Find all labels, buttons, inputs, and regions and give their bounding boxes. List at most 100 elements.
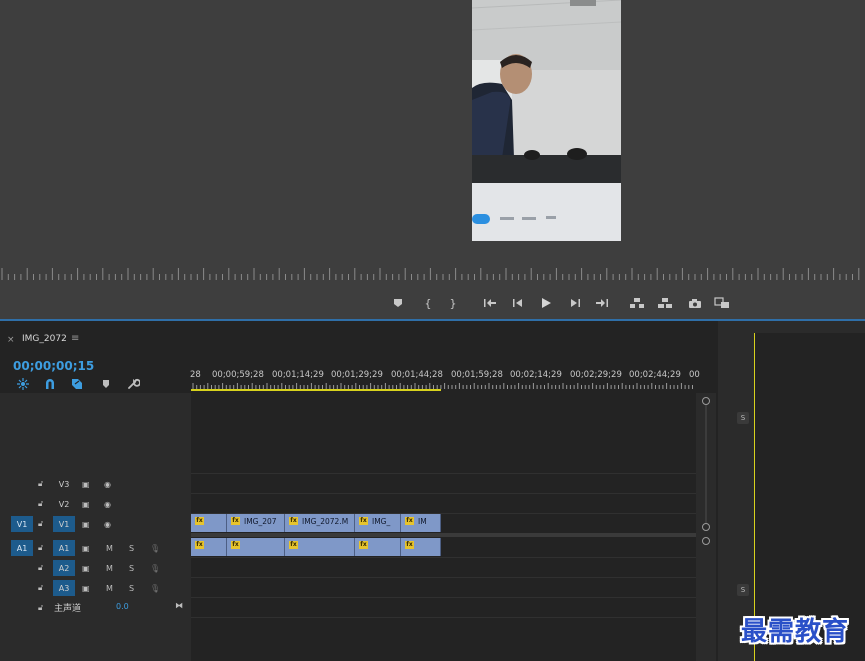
export-frame-button[interactable] (685, 294, 705, 312)
play-button[interactable] (536, 294, 556, 312)
video-clip[interactable]: fx IMG_2072.M (285, 514, 355, 532)
lane-divider (191, 493, 696, 494)
compare-icon (714, 297, 729, 308)
ruler-timecode: 28 (190, 370, 201, 380)
nest-icon[interactable] (16, 377, 30, 391)
lock-icon[interactable]: 🔓︎ (38, 496, 43, 512)
audio-meters-panel: S S (718, 321, 865, 661)
go-to-out-button[interactable] (592, 294, 612, 312)
video-clip[interactable]: fx IM (401, 514, 441, 532)
track-name[interactable]: V3 (53, 476, 75, 492)
track-header-a1: A1 🔓︎ A1 ▣ M S 🎙︎ (0, 538, 191, 558)
solo-button[interactable]: S (129, 540, 134, 556)
scroll-handle-top[interactable] (702, 397, 710, 405)
step-forward-button[interactable] (565, 294, 585, 312)
solo-button[interactable]: S (737, 412, 749, 424)
mark-in-button[interactable]: { (418, 294, 438, 312)
play-icon (542, 298, 551, 308)
add-marker-button[interactable] (388, 294, 408, 312)
solo-button[interactable]: S (129, 580, 134, 596)
sync-lock-icon[interactable]: ▣ (82, 580, 90, 596)
track-lanes[interactable]: fx fx IMG_207 fx IMG_2072.M fx IMG_ fx I… (191, 393, 696, 661)
camera-icon (689, 298, 701, 308)
step-back-icon (513, 299, 522, 307)
scroll-track[interactable] (705, 405, 707, 523)
ruler-timecode: 00;01;29;29 (331, 370, 383, 380)
playhead-timecode[interactable]: 00;00;00;15 (13, 359, 94, 373)
sync-lock-icon[interactable]: ▣ (82, 516, 90, 532)
sync-lock-icon[interactable]: ▣ (82, 476, 90, 492)
video-clip[interactable]: fx IMG_ (355, 514, 401, 532)
audio-clip[interactable]: fx (401, 538, 441, 556)
sync-lock-icon[interactable]: ▣ (82, 496, 90, 512)
eye-icon[interactable]: ◉ (104, 496, 111, 512)
sequence-tab[interactable]: × IMG_2072 ≡ (0, 321, 716, 357)
video-audio-divider[interactable] (191, 533, 696, 537)
ruler-timecode: 00;00;59;28 (212, 370, 264, 380)
solo-button[interactable]: S (737, 584, 749, 596)
lift-button[interactable] (627, 294, 647, 312)
video-clip[interactable]: fx (191, 514, 227, 532)
lock-icon[interactable]: 🔓︎ (38, 516, 43, 532)
track-name[interactable]: A1 (53, 540, 75, 556)
go-to-in-button[interactable] (480, 294, 500, 312)
lock-icon[interactable]: 🔓︎ (38, 540, 43, 556)
lock-icon[interactable]: 🔓︎ (38, 476, 43, 492)
sync-lock-icon[interactable]: ▣ (82, 560, 90, 576)
microphone-icon[interactable]: 🎙︎ (150, 580, 160, 596)
lift-icon (630, 298, 644, 308)
lock-icon[interactable]: 🔓︎ (38, 600, 43, 616)
track-name[interactable]: A2 (53, 560, 75, 576)
audio-clip[interactable]: fx (285, 538, 355, 556)
video-clip[interactable]: fx IMG_207 (227, 514, 285, 532)
master-volume[interactable]: 0.0 (116, 602, 129, 611)
fx-badge: fx (289, 541, 298, 549)
panel-menu-icon[interactable]: ≡ (71, 333, 79, 344)
solo-button[interactable]: S (129, 560, 134, 576)
mute-button[interactable]: M (106, 560, 113, 576)
audio-clip[interactable]: fx (355, 538, 401, 556)
monitor-time-ruler[interactable] (0, 268, 865, 282)
ruler-timecode: 00;02;44;29 (629, 370, 681, 380)
track-name[interactable]: V1 (53, 516, 75, 532)
source-patch-a1[interactable]: A1 (11, 540, 33, 556)
ruler-timecode: 00;02;14;29 (510, 370, 562, 380)
audio-clip[interactable]: fx (191, 538, 227, 556)
work-area-bar[interactable] (191, 389, 441, 391)
go-to-end-icon[interactable]: ⧓ (175, 601, 183, 610)
comparison-view-button[interactable] (712, 294, 732, 312)
go-to-in-icon (484, 299, 496, 307)
fx-badge: fx (359, 517, 368, 525)
close-tab-icon[interactable]: × (7, 335, 15, 345)
track-name[interactable]: A3 (53, 580, 75, 596)
mute-button[interactable]: M (106, 580, 113, 596)
audio-clip[interactable]: fx (227, 538, 285, 556)
eye-icon[interactable]: ◉ (104, 476, 111, 492)
lane-divider (191, 577, 696, 578)
ruler-timecode: 00 (689, 370, 700, 380)
program-monitor: { } (0, 0, 865, 319)
lock-icon[interactable]: 🔓︎ (38, 580, 43, 596)
eye-icon[interactable]: ◉ (104, 516, 111, 532)
track-headers: 🔓︎ V3 ▣ ◉ 🔓︎ V2 ▣ ◉ V1 🔓︎ V1 ▣ ◉ A1 🔓︎ A… (0, 393, 191, 661)
wrench-icon[interactable] (126, 377, 140, 391)
sync-lock-icon[interactable]: ▣ (82, 540, 90, 556)
timeline-time-ruler[interactable]: 28 00;00;59;28 00;01;14;29 00;01;29;29 0… (190, 367, 700, 393)
lock-icon[interactable]: 🔓︎ (38, 560, 43, 576)
vertical-scrollbar[interactable] (696, 393, 716, 661)
microphone-icon[interactable]: 🎙︎ (150, 560, 160, 576)
clip-label: IMG_207 (244, 517, 277, 526)
extract-button[interactable] (655, 294, 675, 312)
step-back-button[interactable] (508, 294, 528, 312)
linked-selection-icon[interactable] (70, 377, 84, 391)
microphone-icon[interactable]: 🎙︎ (150, 540, 160, 556)
mute-button[interactable]: M (106, 540, 113, 556)
snap-magnet-icon[interactable] (43, 377, 57, 391)
source-patch-v1[interactable]: V1 (11, 516, 33, 532)
mark-out-button[interactable]: } (443, 294, 463, 312)
track-header-v3: 🔓︎ V3 ▣ ◉ (0, 474, 191, 494)
add-marker-icon[interactable] (99, 377, 113, 391)
scroll-handle-bottom[interactable] (702, 523, 710, 531)
scroll-handle-audio[interactable] (702, 537, 710, 545)
track-name[interactable]: V2 (53, 496, 75, 512)
